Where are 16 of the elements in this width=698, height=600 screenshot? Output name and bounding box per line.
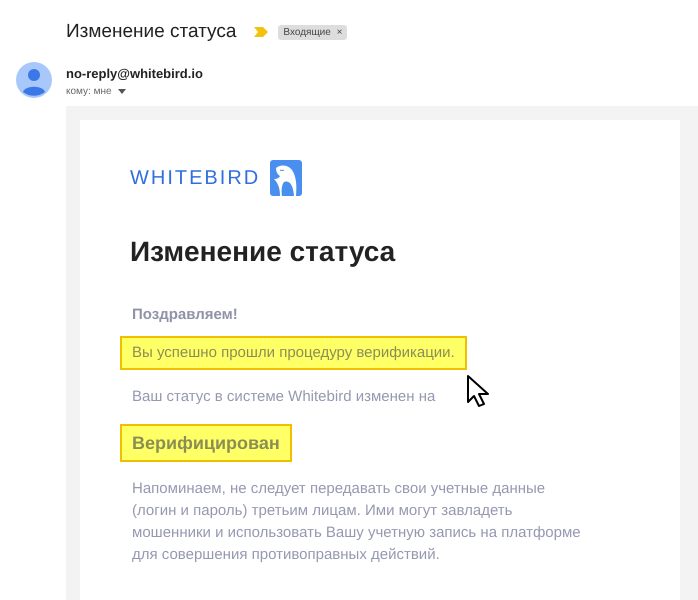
mouse-cursor-icon (466, 374, 492, 408)
bird-logo-icon (270, 160, 302, 196)
email-paragraph: Поздравляем! (131, 305, 239, 325)
email-paragraph: Вы успешно прошли процедуру верификации. (120, 336, 467, 370)
avatar-icon (16, 62, 52, 98)
brand-logo-text: WHITEBIRD (130, 166, 260, 190)
email-paragraph: Ваш статус в системе Whitebird изменен на (131, 387, 436, 407)
importance-marker-icon[interactable] (254, 27, 268, 37)
email-subject: Изменение статуса (66, 21, 236, 43)
dropdown-caret-icon[interactable] (118, 89, 126, 94)
recipient-label[interactable]: кому: мне (66, 86, 112, 97)
email-paragraph: Напоминаем, не следует передавать свои учетные данные (логин и пароль) третьим лицам. Ими могут завладеть мошенники и использовать Вашу учетную запись на платформе для совершения противоправных действий. (131, 479, 582, 565)
email-heading: Изменение статуса (130, 236, 396, 268)
sender-email: no-reply@whitebird.io (66, 66, 203, 81)
label-chip[interactable]: Входящие × (278, 24, 348, 40)
email-paragraph: Верифицирован (120, 424, 292, 462)
